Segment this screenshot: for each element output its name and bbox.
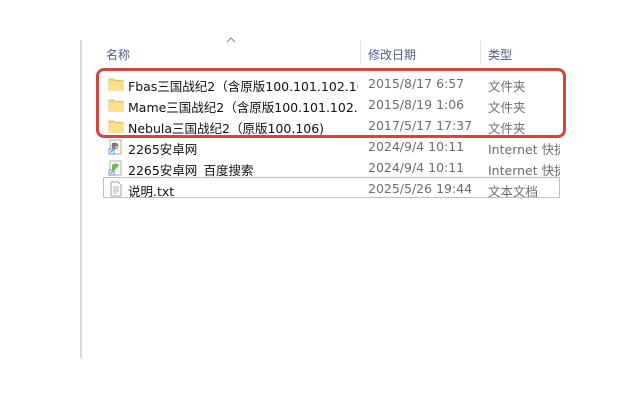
file-name: 2265安卓网 [128, 142, 198, 157]
column-divider[interactable] [480, 40, 481, 65]
internet-shortcut-icon [108, 160, 122, 176]
file-type: 文件夹 [488, 100, 526, 115]
file-type: Internet 快捷 [488, 142, 560, 157]
file-type: 文本文档 [488, 184, 539, 199]
file-row[interactable]: 2265安卓网_百度搜索 2024/9/4 10:11 Internet 快捷 [104, 157, 560, 178]
folder-icon [108, 78, 124, 91]
file-date: 2024/9/4 10:11 [368, 160, 465, 175]
pane-left-border [80, 40, 82, 358]
file-type: 文件夹 [488, 121, 526, 136]
file-date: 2025/5/26 19:44 [368, 181, 473, 196]
column-header-date[interactable]: 修改日期 [368, 46, 416, 63]
file-row[interactable]: Nebula三国战纪2（原版100.106) 2017/5/17 17:37 文… [104, 115, 560, 136]
column-header-name[interactable]: 名称 [106, 46, 130, 63]
file-row[interactable]: Fbas三国战纪2（含原版100.101.102.10... 2015/8/17… [104, 73, 560, 94]
file-row[interactable]: Mame三国战纪2（含原版100.101.102.... 2015/8/19 1… [104, 94, 560, 115]
column-header-row: 名称 修改日期 类型 [82, 40, 560, 65]
file-date: 2015/8/19 1:06 [368, 97, 465, 112]
internet-shortcut-icon [108, 139, 122, 155]
file-date: 2024/9/4 10:11 [368, 139, 465, 154]
text-document-icon [110, 181, 122, 197]
folder-icon [108, 120, 124, 133]
folder-icon [108, 99, 124, 112]
column-header-type[interactable]: 类型 [488, 46, 512, 63]
column-divider[interactable] [360, 40, 361, 65]
file-row-selected[interactable]: 说明.txt 2025/5/26 19:44 文本文档 [103, 177, 560, 199]
file-type: 文件夹 [488, 79, 526, 94]
file-name: Nebula三国战纪2（原版100.106) [128, 121, 325, 136]
file-name: 说明.txt [128, 184, 175, 199]
file-date: 2015/8/17 6:57 [368, 76, 465, 91]
file-date: 2017/5/17 17:37 [368, 118, 473, 133]
file-row[interactable]: 2265安卓网 2024/9/4 10:11 Internet 快捷 [104, 136, 560, 157]
file-name: Mame三国战纪2（含原版100.101.102.... [128, 100, 358, 115]
file-name: Fbas三国战纪2（含原版100.101.102.10... [128, 79, 358, 94]
